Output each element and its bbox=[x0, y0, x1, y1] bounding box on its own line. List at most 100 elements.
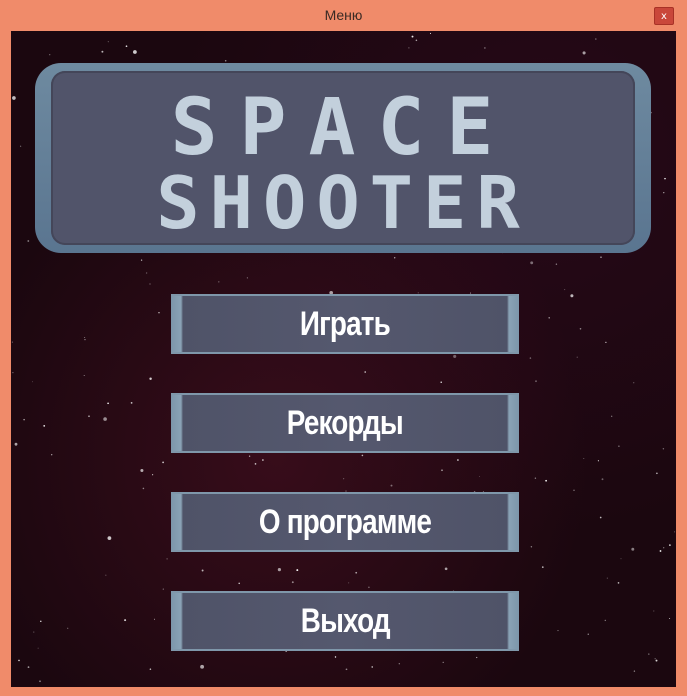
star bbox=[579, 328, 582, 330]
star bbox=[564, 289, 566, 291]
star bbox=[415, 39, 418, 42]
star bbox=[576, 356, 578, 358]
star bbox=[133, 50, 137, 54]
star bbox=[669, 618, 671, 619]
star bbox=[67, 627, 69, 629]
star bbox=[49, 54, 51, 56]
star bbox=[617, 582, 620, 584]
star bbox=[14, 442, 18, 446]
star bbox=[107, 536, 112, 540]
star bbox=[166, 558, 168, 560]
star bbox=[149, 668, 152, 670]
star bbox=[345, 668, 348, 671]
star bbox=[442, 661, 444, 664]
close-button[interactable]: x bbox=[654, 7, 674, 25]
star bbox=[84, 336, 86, 338]
star bbox=[456, 459, 459, 461]
star bbox=[348, 582, 350, 584]
exit-button[interactable]: Выход bbox=[171, 591, 519, 651]
star bbox=[600, 256, 602, 258]
star bbox=[149, 283, 151, 285]
star bbox=[105, 574, 107, 576]
star bbox=[149, 377, 152, 381]
star bbox=[484, 47, 486, 49]
logo-panel: SPACE SHOOTER bbox=[51, 71, 635, 245]
star bbox=[582, 51, 586, 55]
star bbox=[140, 259, 143, 261]
star bbox=[398, 663, 400, 665]
star bbox=[534, 477, 537, 479]
title-bar[interactable]: Меню x bbox=[0, 0, 687, 30]
star bbox=[453, 354, 457, 358]
star bbox=[238, 582, 240, 585]
star bbox=[597, 460, 599, 462]
star bbox=[663, 547, 665, 549]
star bbox=[277, 568, 281, 572]
star bbox=[254, 463, 257, 465]
star bbox=[601, 478, 604, 481]
star bbox=[394, 257, 396, 259]
star bbox=[33, 631, 35, 633]
star bbox=[440, 381, 442, 383]
star bbox=[125, 45, 128, 48]
star bbox=[444, 567, 448, 571]
star bbox=[12, 96, 16, 100]
star bbox=[476, 656, 478, 659]
star bbox=[32, 381, 33, 383]
star bbox=[27, 240, 30, 242]
star bbox=[429, 32, 432, 34]
star bbox=[162, 588, 164, 590]
star bbox=[334, 656, 337, 658]
star bbox=[262, 459, 264, 461]
star bbox=[631, 547, 635, 551]
star bbox=[142, 487, 145, 490]
star bbox=[145, 272, 148, 274]
star bbox=[583, 458, 585, 459]
window-title: Меню bbox=[324, 7, 363, 23]
about-button[interactable]: О программе bbox=[171, 492, 519, 552]
star bbox=[535, 380, 537, 383]
star bbox=[43, 425, 46, 427]
star bbox=[633, 382, 635, 384]
star bbox=[529, 357, 532, 359]
star bbox=[633, 670, 636, 672]
star bbox=[361, 454, 364, 457]
star bbox=[218, 281, 220, 283]
star bbox=[618, 445, 620, 448]
records-button-label: Рекорды bbox=[286, 403, 404, 442]
star bbox=[648, 653, 650, 655]
star bbox=[368, 586, 370, 589]
star bbox=[555, 263, 558, 265]
star bbox=[570, 294, 574, 298]
star bbox=[411, 35, 414, 38]
star bbox=[39, 680, 41, 683]
star bbox=[653, 610, 655, 612]
play-button[interactable]: Играть bbox=[171, 294, 519, 354]
star bbox=[103, 417, 107, 421]
star bbox=[130, 402, 133, 404]
star bbox=[479, 476, 481, 477]
logo-line-space: SPACE bbox=[170, 83, 516, 173]
star bbox=[248, 455, 251, 457]
records-button[interactable]: Рекорды bbox=[171, 393, 519, 453]
star bbox=[84, 338, 86, 341]
star bbox=[140, 468, 144, 473]
star bbox=[557, 630, 559, 632]
star bbox=[296, 569, 299, 572]
play-button-label: Играть bbox=[299, 304, 391, 343]
star bbox=[654, 658, 656, 660]
star bbox=[587, 633, 589, 635]
star bbox=[390, 484, 393, 487]
star bbox=[441, 469, 443, 472]
star bbox=[573, 489, 575, 492]
star bbox=[530, 261, 534, 265]
star bbox=[83, 375, 85, 376]
star bbox=[11, 341, 13, 343]
star bbox=[669, 544, 671, 546]
close-icon: x bbox=[661, 10, 667, 22]
star bbox=[291, 581, 294, 584]
star bbox=[40, 620, 42, 623]
star bbox=[101, 50, 104, 53]
star bbox=[88, 415, 90, 418]
star bbox=[18, 659, 20, 662]
